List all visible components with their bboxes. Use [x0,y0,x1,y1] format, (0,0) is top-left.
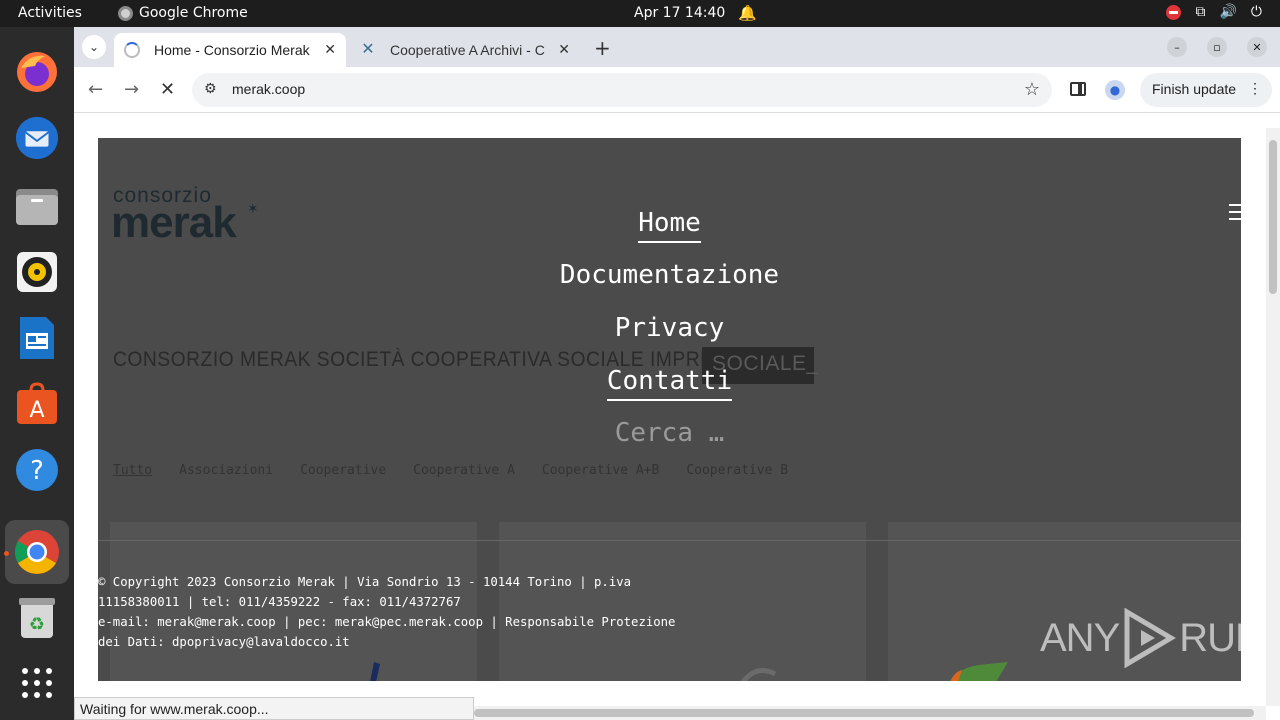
footer-line-3: e-mail: merak@merak.coop | pec: merak@pe… [98,615,676,629]
svg-text:♻: ♻ [29,614,45,635]
vertical-scrollbar[interactable] [1266,128,1280,706]
tab-strip: ⌄ Home - Consorzio Merak ✕ ✕ Cooperative… [74,27,1280,67]
network-icon: ⧉ [1195,4,1206,20]
system-top-bar: Activities Google Chrome Apr 17 14:40 🔔 … [0,0,1280,27]
finish-update-button[interactable]: Finish update ⋮ [1140,73,1272,107]
url-text[interactable]: merak.coop [232,81,305,97]
menu-item-contatti[interactable]: Contatti [98,366,1241,401]
writer-icon[interactable] [14,315,60,361]
menu-item-home[interactable]: Home [98,208,1241,243]
card-logo-fragment-icon [370,662,380,681]
web-viewport: consorzio merak ✶ CONSORZIO MERAK SOCIET… [74,114,1280,720]
tab-title: Cooperative A Archivi - C [390,42,545,58]
watermark-right: RUN [1179,615,1241,660]
filter-tutto[interactable]: Tutto [113,463,152,478]
app-center-icon[interactable]: A [14,381,60,427]
firefox-icon[interactable] [14,49,60,95]
notification-bell-icon[interactable]: 🔔 [738,4,757,22]
volume-icon: 🔊 [1219,4,1237,20]
footer-text: © Copyright 2023 Consorzio Merak | Via S… [98,572,698,652]
tab-cooperative-a-archivi[interactable]: ✕ Cooperative A Archivi - C ✕ [354,33,580,67]
filter-cooperative-a-b[interactable]: Cooperative A+B [542,463,659,478]
status-bubble: Waiting for www.merak.coop... [74,697,474,720]
forward-arrow-icon[interactable]: → [124,79,139,100]
tab-title: Home - Consorzio Merak [154,42,310,58]
rhythmbox-icon[interactable] [14,249,60,295]
site-settings-icon[interactable]: ⚙ [204,81,217,97]
menu-item-privacy[interactable]: Privacy [98,313,1241,343]
scrollbar-thumb[interactable] [474,709,1254,717]
close-window-icon[interactable]: ✕ [1247,37,1267,57]
filter-cooperative-a[interactable]: Cooperative A [413,463,515,478]
footer-line-1: © Copyright 2023 Consorzio Merak | Via S… [98,575,632,589]
card-logo-fragment-icon [741,667,777,681]
filter-cooperative[interactable]: Cooperative [300,463,386,478]
finish-update-label: Finish update [1152,81,1237,97]
tab-home-consorzio-merak[interactable]: Home - Consorzio Merak ✕ [114,33,346,67]
files-icon[interactable] [14,183,60,229]
chrome-icon [118,5,133,21]
app-menu[interactable]: Google Chrome [118,5,248,21]
filter-bar: Tutto Associazioni Cooperative Cooperati… [113,463,815,478]
footer-line-2: 11158380011 | tel: 011/4359222 - fax: 01… [98,595,461,609]
close-tab-icon[interactable]: ✕ [558,41,570,58]
chrome-icon[interactable] [14,529,60,575]
activities-button[interactable]: Activities [18,5,82,21]
dock: A ? ♻ [0,27,74,720]
scrollbar-thumb[interactable] [1269,140,1277,294]
system-tray[interactable]: ⧉ 🔊 ⏻ [1166,4,1262,20]
footer-line-4: dei Dati: dpoprivacy@lavaldocco.it [98,635,350,649]
trash-icon[interactable]: ♻ [14,595,60,641]
filter-associazioni[interactable]: Associazioni [179,463,273,478]
footer-divider [98,540,1241,541]
minimize-icon[interactable]: – [1167,37,1187,57]
maximize-icon[interactable]: ▫ [1207,37,1227,57]
stop-loading-icon[interactable]: ✕ [160,79,175,100]
tab-search-button[interactable]: ⌄ [82,35,106,59]
browser-toolbar: ← → ✕ ⚙ merak.coop ☆ ● Finish update ⋮ [74,67,1280,113]
back-arrow-icon[interactable]: ← [88,79,103,100]
side-panel-icon[interactable] [1070,82,1086,96]
site-page: consorzio merak ✶ CONSORZIO MERAK SOCIET… [98,138,1241,681]
clock[interactable]: Apr 17 14:40 [634,5,725,21]
new-tab-icon[interactable]: + [594,36,611,60]
thunderbird-icon[interactable] [14,115,60,161]
power-icon: ⏻ [1250,4,1262,20]
svg-text:A: A [29,398,44,423]
loading-spinner-icon [124,42,140,58]
search-input[interactable]: Cerca … [98,418,1241,448]
app-name-label: Google Chrome [139,5,248,21]
profile-avatar-icon[interactable]: ● [1105,80,1125,100]
filter-cooperative-b[interactable]: Cooperative B [686,463,788,478]
merak-favicon-icon: ✕ [361,41,375,58]
address-bar[interactable]: ⚙ merak.coop ☆ [192,73,1052,107]
menu-item-documentazione[interactable]: Documentazione [98,260,1241,290]
anyrun-watermark: ANY RUN [1040,608,1241,668]
more-menu-icon[interactable]: ⋮ [1248,80,1262,97]
help-icon[interactable]: ? [14,447,60,493]
bookmark-star-icon[interactable]: ☆ [1024,79,1040,100]
watermark-left: ANY [1040,615,1120,660]
app-grid-icon[interactable] [14,660,60,706]
svg-text:?: ? [30,456,44,486]
horizontal-scrollbar[interactable] [474,706,1266,720]
card-logo-fragment-icon [950,662,1008,681]
browser-window: ⌄ Home - Consorzio Merak ✕ ✕ Cooperative… [74,27,1280,720]
do-not-disturb-icon [1166,4,1182,20]
play-triangle-icon [1124,608,1177,668]
dock-running-indicator [4,551,9,556]
close-tab-icon[interactable]: ✕ [324,41,336,58]
